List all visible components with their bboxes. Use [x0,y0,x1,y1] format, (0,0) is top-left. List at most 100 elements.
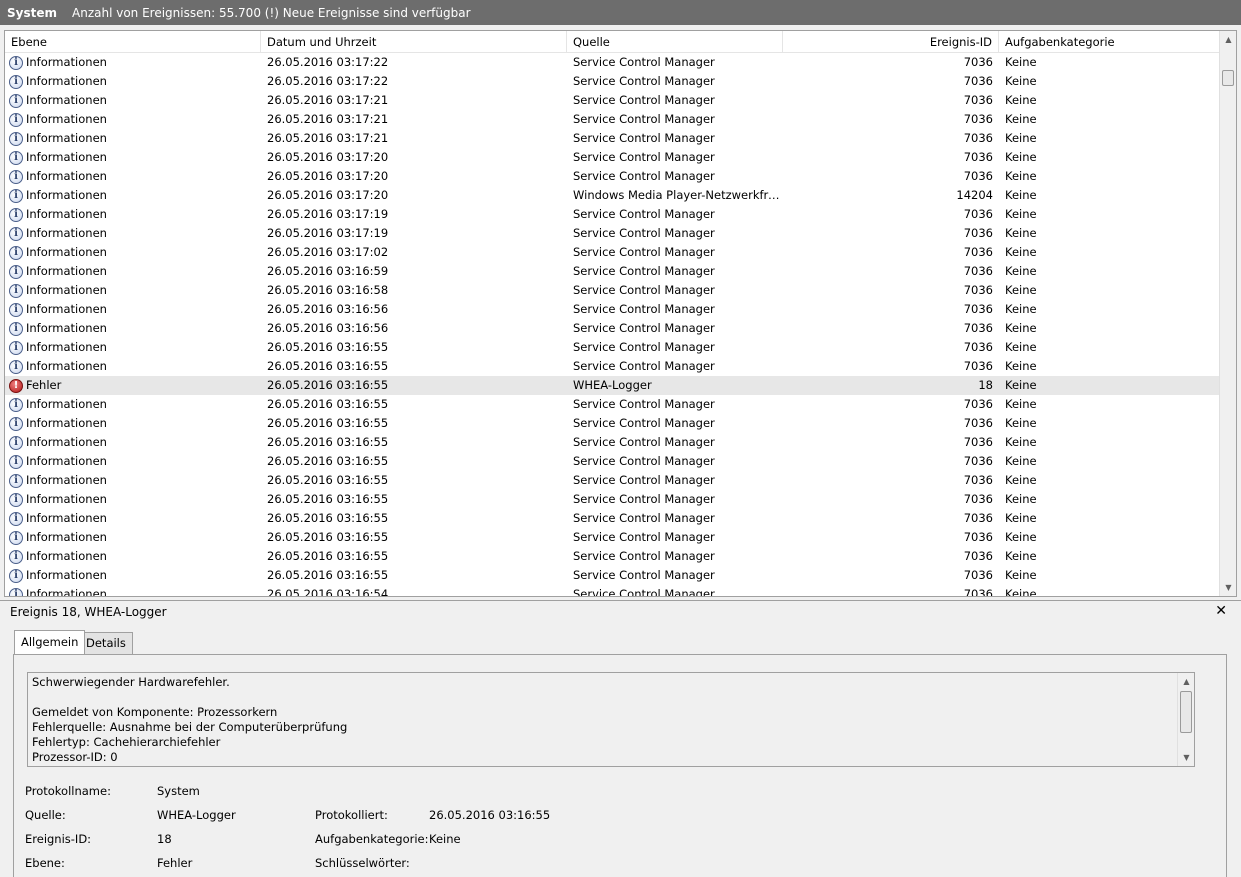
info-icon: i [9,150,23,165]
info-icon: i [9,321,23,336]
level-cell: i Informationen [9,262,263,281]
category-cell: Keine [1005,511,1037,525]
table-row[interactable]: i Informationen 26.05.2016 03:16:55 Service… [5,471,1220,490]
category-cell: Keine [1005,321,1037,335]
event-description-box[interactable]: Schwerwiegender Hardwarefehler. Gemeldet… [27,672,1195,767]
level-cell: i Informationen [9,129,263,148]
datetime-cell: 26.05.2016 03:16:55 [267,416,389,430]
table-row[interactable]: i Informationen 26.05.2016 03:17:20 Windows… [5,186,1220,205]
table-row[interactable]: i Informationen 26.05.2016 03:16:55 Service… [5,509,1220,528]
event-id-cell: 7036 [963,549,993,563]
source-cell: Service Control Manager [573,226,715,240]
datetime-cell: 26.05.2016 03:16:58 [267,283,389,297]
level-text: Informationen [26,188,107,202]
event-id-cell: 7036 [963,283,993,297]
table-row[interactable]: i Informationen 26.05.2016 03:17:02 Service… [5,243,1220,262]
level-cell: i Informationen [9,53,263,72]
events-vertical-scrollbar[interactable]: ▲ ▼ [1219,31,1236,596]
column-header-category[interactable]: Aufgabenkategorie [999,31,1220,53]
description-scrollbar[interactable]: ▲ ▼ [1177,673,1194,766]
desc-scroll-down-arrow-icon[interactable]: ▼ [1178,749,1194,766]
info-icon: i [9,245,23,260]
column-header-datetime[interactable]: Datum und Uhrzeit [261,31,567,53]
table-row[interactable]: i Informationen 26.05.2016 03:16:55 Service… [5,338,1220,357]
source-cell: Service Control Manager [573,245,715,259]
scroll-up-arrow-icon[interactable]: ▲ [1220,31,1236,48]
column-header-level[interactable]: Ebene [5,31,261,53]
table-row[interactable]: i Informationen 26.05.2016 03:17:21 Service… [5,129,1220,148]
source-cell: Service Control Manager [573,435,715,449]
info-icon: i [9,302,23,317]
level-cell: i Informationen [9,547,263,566]
level-text: Informationen [26,473,107,487]
category-cell: Keine [1005,188,1037,202]
source-cell: Windows Media Player-Netzwerkfrei... [573,188,781,202]
source-cell: Service Control Manager [573,549,715,563]
scrollbar-thumb[interactable] [1222,70,1234,86]
table-row[interactable]: i Informationen 26.05.2016 03:17:21 Service… [5,110,1220,129]
source-label: Quelle: [25,808,66,822]
column-header-event-id[interactable]: Ereignis-ID [783,31,999,53]
table-row[interactable]: i Informationen 26.05.2016 03:16:58 Service… [5,281,1220,300]
table-row[interactable]: i Informationen 26.05.2016 03:16:56 Service… [5,300,1220,319]
column-header-source[interactable]: Quelle [567,31,783,53]
table-row[interactable]: i Informationen 26.05.2016 03:17:20 Service… [5,167,1220,186]
info-icon: i [9,397,23,412]
table-row[interactable]: i Informationen 26.05.2016 03:16:55 Service… [5,395,1220,414]
log-name-label: Protokollname: [25,784,111,798]
source-cell: Service Control Manager [573,207,715,221]
table-row[interactable]: i Informationen 26.05.2016 03:16:56 Service… [5,319,1220,338]
info-icon: i [9,226,23,241]
table-row[interactable]: i Informationen 26.05.2016 03:16:55 Service… [5,357,1220,376]
scroll-down-arrow-icon[interactable]: ▼ [1220,579,1236,596]
level-text: Informationen [26,549,107,563]
datetime-cell: 26.05.2016 03:17:22 [267,74,389,88]
event-id-cell: 7036 [963,55,993,69]
level-cell: i Informationen [9,186,263,205]
info-icon: i [9,93,23,108]
table-row[interactable]: i Informationen 26.05.2016 03:17:22 Service… [5,72,1220,91]
detail-title: Ereignis 18, WHEA-Logger [10,605,167,619]
table-row[interactable]: i Informationen 26.05.2016 03:16:55 Service… [5,528,1220,547]
level-cell: i Informationen [9,319,263,338]
tab-general[interactable]: Allgemein [14,630,86,654]
table-row[interactable]: i Informationen 26.05.2016 03:16:55 Service… [5,547,1220,566]
source-cell: Service Control Manager [573,397,715,411]
table-row[interactable]: i Informationen 26.05.2016 03:17:19 Service… [5,224,1220,243]
info-icon: i [9,55,23,70]
level-cell: i Informationen [9,490,263,509]
table-row[interactable]: i Informationen 26.05.2016 03:16:55 Service… [5,566,1220,585]
desc-scrollbar-thumb[interactable] [1180,691,1192,733]
source-cell: Service Control Manager [573,264,715,278]
table-row[interactable]: i Informationen 26.05.2016 03:17:20 Service… [5,148,1220,167]
events-table-body: i Informationen 26.05.2016 03:17:22 Service… [5,53,1220,596]
info-icon: i [9,169,23,184]
datetime-cell: 26.05.2016 03:17:02 [267,245,389,259]
event-id-cell: 7036 [963,530,993,544]
event-id-cell: 7036 [963,112,993,126]
table-row[interactable]: i Informationen 26.05.2016 03:16:55 Service… [5,452,1220,471]
table-row[interactable]: i Informationen 26.05.2016 03:16:55 Service… [5,414,1220,433]
level-text: Informationen [26,55,107,69]
table-row[interactable]: i Informationen 26.05.2016 03:16:59 Service… [5,262,1220,281]
info-icon: i [9,549,23,564]
event-count-text: Anzahl von Ereignissen: 55.700 (!) Neue … [72,5,471,20]
event-id-label: Ereignis-ID: [25,832,92,846]
level-cell: i Informationen [9,91,263,110]
tab-details[interactable]: Details [79,632,133,654]
table-row[interactable]: ! Fehler 26.05.2016 03:16:55 WHEA-Logger 18 K… [5,376,1220,395]
table-row[interactable]: i Informationen 26.05.2016 03:16:55 Service… [5,490,1220,509]
level-cell: i Informationen [9,243,263,262]
table-row[interactable]: i Informationen 26.05.2016 03:17:21 Service… [5,91,1220,110]
event-id-cell: 7036 [963,169,993,183]
event-id-cell: 18 [978,378,993,392]
table-row[interactable]: i Informationen 26.05.2016 03:17:19 Service… [5,205,1220,224]
desc-scroll-up-arrow-icon[interactable]: ▲ [1178,673,1194,690]
table-row[interactable]: i Informationen 26.05.2016 03:16:55 Service… [5,433,1220,452]
table-row[interactable]: i Informationen 26.05.2016 03:17:22 Service… [5,53,1220,72]
close-icon[interactable]: ✕ [1215,603,1227,619]
table-row[interactable]: i Informationen 26.05.2016 03:16:54 Service… [5,585,1220,596]
log-title: System [7,5,57,20]
level-cell: i Informationen [9,110,263,129]
level-cell: i Informationen [9,281,263,300]
